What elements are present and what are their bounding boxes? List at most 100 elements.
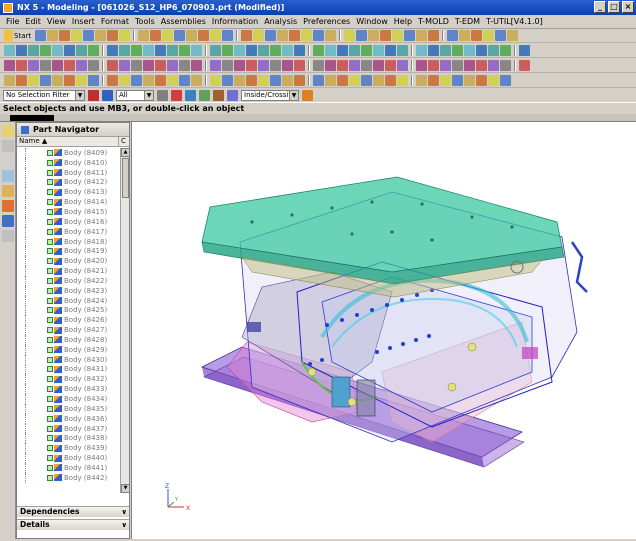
tree-row[interactable]: Body (8415) <box>17 207 121 217</box>
details-panel[interactable]: Details ∨ <box>17 519 129 530</box>
checkbox-icon[interactable] <box>47 435 53 442</box>
toolbar-tool-icon[interactable] <box>64 60 75 71</box>
toolbar-tool-icon[interactable] <box>83 30 95 41</box>
toolbar-tool-icon[interactable] <box>500 60 511 71</box>
toolbar-tool-icon[interactable] <box>282 75 293 86</box>
toolbar-tool-icon[interactable] <box>325 30 337 41</box>
toolbar-tool-icon[interactable] <box>428 60 439 71</box>
toolbar-tool-icon[interactable] <box>131 60 142 71</box>
tree-row[interactable]: Body (8430) <box>17 354 121 365</box>
roles-icon[interactable] <box>2 230 14 242</box>
toolbar-tool-icon[interactable] <box>119 30 131 41</box>
toolbar-tool-icon[interactable] <box>107 60 118 71</box>
toolbar-tool-icon[interactable] <box>495 30 507 41</box>
toolbar-tool-icon[interactable] <box>368 30 380 41</box>
checkbox-icon[interactable] <box>47 218 53 225</box>
toolbar-tool-icon[interactable] <box>464 75 475 86</box>
toolbar-tool-icon[interactable] <box>28 75 39 86</box>
toolbar-tool-icon[interactable] <box>210 60 221 71</box>
web-browser-icon[interactable] <box>2 215 14 227</box>
toolbar-tool-icon[interactable] <box>258 75 269 86</box>
checkbox-icon[interactable] <box>47 415 53 422</box>
checkbox-icon[interactable] <box>47 199 53 206</box>
toolbar-tool-icon[interactable] <box>198 30 210 41</box>
toolbar-tool-icon[interactable] <box>52 60 63 71</box>
toolbar-tool-icon[interactable] <box>179 60 190 71</box>
toolbar-tool-icon[interactable] <box>488 75 499 86</box>
toolbar-tool-icon[interactable] <box>397 75 408 86</box>
tree-row[interactable]: Body (8428) <box>17 335 121 345</box>
toolbar-tool-icon[interactable] <box>155 45 166 56</box>
menu-item-10[interactable]: Window <box>353 17 391 26</box>
toolbar-tool-icon[interactable] <box>337 60 348 71</box>
checkbox-icon[interactable] <box>47 455 53 462</box>
tree-row[interactable]: Body (8441) <box>17 463 121 473</box>
minimize-button[interactable]: _ <box>594 1 606 13</box>
scope-dropdown[interactable]: All ▼ <box>116 89 154 101</box>
toolbar-tool-icon[interactable] <box>258 60 269 71</box>
tree-row[interactable]: Body (8434) <box>17 394 121 404</box>
toolbar-tool-icon[interactable] <box>440 60 451 71</box>
toolbar-tool-icon[interactable] <box>234 60 245 71</box>
toolbar-tool-icon[interactable] <box>88 75 99 86</box>
scroll-up-icon[interactable]: ▲ <box>121 148 130 157</box>
toolbar-tool-icon[interactable] <box>47 30 59 41</box>
toolbar-tool-icon[interactable] <box>179 45 190 56</box>
toolbar-tool-icon[interactable] <box>301 30 313 41</box>
toolbar-tool-icon[interactable] <box>428 30 440 41</box>
toolbar-tool-icon[interactable] <box>519 45 530 56</box>
toolbar-tool-icon[interactable] <box>59 30 71 41</box>
menu-item-7[interactable]: Information <box>209 17 261 26</box>
point-snap-icon[interactable] <box>171 89 182 101</box>
toolbar-tool-icon[interactable] <box>373 75 384 86</box>
checkbox-icon[interactable] <box>47 386 53 393</box>
toolbar-tool-icon[interactable] <box>4 45 15 56</box>
toolbar-tool-icon[interactable] <box>107 30 119 41</box>
selection-mode-dropdown[interactable]: Inside/Crossing ▼ <box>241 89 299 101</box>
toolbar-tool-icon[interactable] <box>294 60 305 71</box>
toolbar-tool-icon[interactable] <box>385 60 396 71</box>
toolbar-tool-icon[interactable] <box>294 45 305 56</box>
toolbar-tool-icon[interactable] <box>282 45 293 56</box>
history-icon[interactable] <box>2 185 14 197</box>
toolbar-tool-icon[interactable] <box>246 75 257 86</box>
toolbar-tool-icon[interactable] <box>234 45 245 56</box>
checkbox-icon[interactable] <box>47 307 53 314</box>
toolbar-tool-icon[interactable] <box>313 45 324 56</box>
toolbar-tool-icon[interactable] <box>325 75 336 86</box>
toolbar-tool-icon[interactable] <box>167 75 178 86</box>
toolbar-tool-icon[interactable] <box>361 60 372 71</box>
scrollbar-thumb[interactable] <box>122 158 129 198</box>
toolbar-tool-icon[interactable] <box>471 30 483 41</box>
toolbar-tool-icon[interactable] <box>397 60 408 71</box>
reuse-library-icon[interactable] <box>2 170 14 182</box>
checkbox-icon[interactable] <box>47 346 53 353</box>
toolbar-tool-icon[interactable] <box>162 30 174 41</box>
toolbar-tool-icon[interactable] <box>313 60 324 71</box>
toolbar-tool-icon[interactable] <box>325 60 336 71</box>
checkbox-icon[interactable] <box>47 149 53 156</box>
rectangle-select-icon[interactable] <box>227 89 238 101</box>
toolbar-tool-icon[interactable] <box>241 30 253 41</box>
start-icon[interactable] <box>4 30 13 41</box>
toolbar-tool-icon[interactable] <box>234 75 245 86</box>
menu-item-13[interactable]: T-EDM <box>452 17 483 26</box>
tree-row[interactable]: Body (8412) <box>17 177 121 188</box>
checkbox-icon[interactable] <box>47 248 53 255</box>
tree-row[interactable]: Body (8424) <box>17 295 121 306</box>
toolbar-tool-icon[interactable] <box>210 75 221 86</box>
toolbar-tool-icon[interactable] <box>253 30 265 41</box>
tree-row[interactable]: Body (8442) <box>17 472 121 483</box>
checkbox-icon[interactable] <box>47 474 53 481</box>
scroll-down-icon[interactable]: ▼ <box>121 484 130 493</box>
checkbox-icon[interactable] <box>47 356 53 363</box>
toolbar-tool-icon[interactable] <box>452 60 463 71</box>
checkbox-icon[interactable] <box>47 189 53 196</box>
checkbox-icon[interactable] <box>47 396 53 403</box>
tree-row[interactable]: Body (8416) <box>17 216 121 227</box>
toolbar-tool-icon[interactable] <box>349 75 360 86</box>
checkbox-icon[interactable] <box>47 366 53 373</box>
toolbar-tool-icon[interactable] <box>76 75 87 86</box>
toolbar-tool-icon[interactable] <box>519 60 530 71</box>
tree-row[interactable]: Body (8439) <box>17 443 121 454</box>
